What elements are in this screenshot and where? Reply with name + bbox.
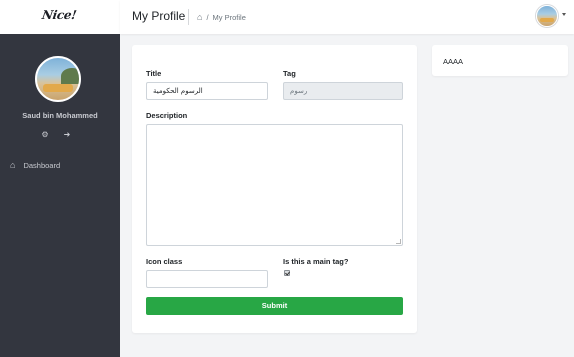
side-card: AAAA	[432, 45, 568, 76]
breadcrumb-current: My Profile	[212, 12, 246, 22]
chevron-down-icon[interactable]	[562, 13, 566, 16]
page-title: My Profile	[132, 9, 186, 23]
breadcrumb-separator: /	[206, 12, 209, 22]
main-tag-label: Is this a main tag?	[283, 257, 349, 266]
breadcrumb: ⌂ / My Profile	[197, 12, 246, 22]
home-icon: ⌂	[10, 160, 16, 170]
title-input[interactable]: الرسوم الحكومية	[146, 82, 268, 100]
gear-icon[interactable]: ⚙	[40, 130, 50, 139]
resize-handle[interactable]	[396, 239, 401, 244]
divider	[188, 9, 189, 25]
sign-out-icon[interactable]: ➜	[62, 130, 72, 139]
user-name: Saud bin Mohammed	[22, 111, 98, 120]
title-label: Title	[146, 69, 162, 78]
side-card-text: AAAA	[443, 57, 464, 66]
sidebar-brand: Nice!	[0, 0, 120, 34]
sidebar-item-label: Dashboard	[23, 160, 61, 170]
sidebar: Saud bin Mohammed ⚙ ➜ ⌂ Dashboard	[0, 34, 120, 357]
submit-button[interactable]: Submit	[146, 297, 403, 315]
user-avatar-menu[interactable]	[536, 5, 558, 27]
description-textarea[interactable]	[146, 124, 403, 246]
tag-input: رسوم	[283, 82, 403, 100]
tag-label: Tag	[283, 69, 296, 78]
avatar	[35, 56, 81, 102]
top-bar: My Profile ⌂ / My Profile	[120, 0, 574, 34]
icon-class-label: Icon class	[146, 257, 183, 266]
icon-class-input[interactable]	[146, 270, 268, 288]
logo[interactable]: Nice!	[41, 8, 77, 22]
home-icon[interactable]: ⌂	[197, 12, 202, 22]
sidebar-item-dashboard[interactable]: ⌂ Dashboard	[10, 160, 60, 170]
description-label: Description	[146, 111, 188, 120]
main-tag-checkbox[interactable]	[284, 270, 290, 276]
user-actions: ⚙ ➜	[40, 130, 72, 139]
